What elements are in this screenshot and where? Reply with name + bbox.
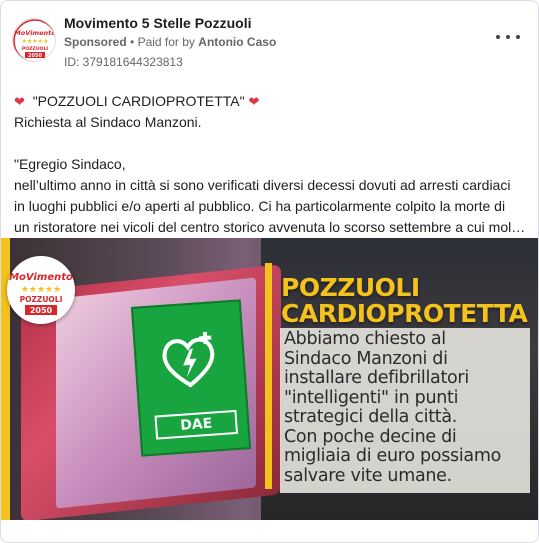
dae-sign: DAE: [130, 299, 252, 457]
svg-text:MoVimento: MoVimento: [9, 272, 73, 283]
paid-for-name[interactable]: Antonio Caso: [198, 35, 276, 49]
m5s-logo-icon: MoVimento ★★★★★ POZZUOLI 2050: [13, 19, 56, 61]
sponsored-line: Sponsored • Paid for by Antonio Caso: [64, 35, 276, 49]
aed-heart-icon: [162, 331, 215, 388]
svg-text:POZZUOLI: POZZUOLI: [22, 46, 48, 52]
post-text: ❤ "POZZUOLI CARDIOPROTETTA" ❤ Richiesta …: [14, 91, 529, 238]
m5s-logo-badge: MoVimento ★★★★★ POZZUOLI 2050: [7, 256, 75, 324]
creative-title-line2: CARDIOPROTETTA: [281, 299, 528, 328]
text-line: "Egregio Sindaco,: [14, 156, 126, 172]
more-options-icon[interactable]: [496, 29, 520, 45]
svg-text:2050: 2050: [30, 306, 53, 315]
svg-text:POZZUOLI: POZZUOLI: [20, 295, 63, 304]
text-line: Richiesta al Sindaco Manzoni.: [14, 114, 202, 130]
ad-id: ID: 379181644323813: [64, 55, 183, 69]
post-header: MoVimento ★★★★★ POZZUOLI 2050 Movimento …: [1, 1, 538, 81]
page-name[interactable]: Movimento 5 Stelle Pozzuoli: [64, 15, 251, 31]
dae-label: DAE: [154, 409, 239, 440]
paid-for-prefix: Paid for by: [137, 35, 195, 49]
sponsored-label[interactable]: Sponsored: [64, 35, 127, 49]
svg-text:MoVimento: MoVimento: [14, 29, 56, 37]
ad-card: MoVimento ★★★★★ POZZUOLI 2050 Movimento …: [0, 0, 539, 543]
text-line-title: ❤ "POZZUOLI CARDIOPROTETTA" ❤: [14, 93, 260, 109]
separator: •: [130, 35, 135, 49]
svg-text:★★★★★: ★★★★★: [22, 38, 49, 45]
text-line: nell’ultimo anno in città si sono verifi…: [14, 177, 511, 193]
creative-message: Abbiamo chiesto al Sindaco Manzoni di in…: [284, 329, 501, 486]
page-avatar[interactable]: MoVimento ★★★★★ POZZUOLI 2050: [12, 18, 56, 62]
text-line: in luoghi pubblici e/o aperti al pubblic…: [14, 198, 506, 214]
svg-text:★★★★★: ★★★★★: [21, 285, 61, 295]
red-heart-icon: ❤: [248, 94, 260, 109]
accent-bar: [265, 263, 272, 489]
creative-title-line1: POZZUOLI: [281, 273, 420, 302]
red-heart-icon: ❤: [14, 94, 25, 109]
text-line-truncated[interactable]: un ristoratore nei vicoli del centro sto…: [14, 217, 529, 238]
svg-text:2050: 2050: [28, 53, 42, 59]
m5s-logo-icon: MoVimento ★★★★★ POZZUOLI 2050: [8, 257, 74, 323]
